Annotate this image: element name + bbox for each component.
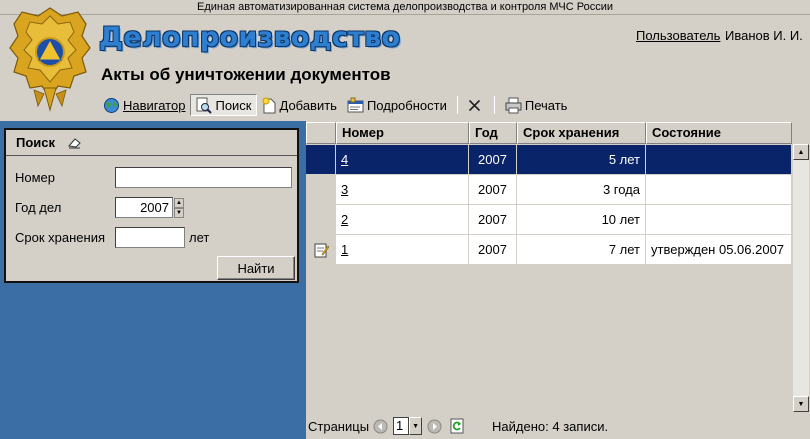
toolbar-separator [493, 96, 495, 114]
table-row[interactable]: 2 2007 10 лет [306, 205, 792, 235]
number-row: Номер [15, 167, 292, 188]
cell-number[interactable]: 4 [336, 145, 469, 175]
cell-status [646, 205, 792, 235]
page-select-value: 1 [393, 417, 410, 435]
navigator-label: Навигатор [123, 97, 186, 113]
grid-header: Номер Год Срок хранения Состояние [306, 122, 792, 144]
system-banner: Единая автоматизированная система делопр… [0, 0, 810, 15]
cell-term: 5 лет [517, 145, 646, 175]
search-label: Поиск [215, 97, 252, 113]
storage-row: Срок хранения лет [15, 227, 209, 248]
user-name: Иванов И. И. [725, 28, 803, 43]
year-input[interactable] [115, 197, 173, 218]
cell-term: 7 лет [517, 235, 646, 265]
table-row[interactable]: 3 2007 3 года [306, 175, 792, 205]
cell-term: 3 года [517, 175, 646, 205]
cell-number[interactable]: 2 [336, 205, 469, 235]
found-count: Найдено: 4 записи. [492, 418, 609, 434]
column-header-number[interactable]: Номер [336, 122, 469, 144]
new-document-icon [262, 97, 275, 113]
search-panel-header: Поиск [6, 130, 297, 156]
stepper-up-icon[interactable]: ▲ [174, 197, 184, 208]
column-header-year[interactable]: Год [469, 122, 517, 144]
column-header-term[interactable]: Срок хранения [517, 122, 646, 144]
page-select[interactable]: 1 ▼ [393, 417, 423, 435]
search-panel: Поиск Номер Год дел ▲ ▼ Срок хранения ле… [4, 128, 299, 283]
chevron-down-icon[interactable]: ▼ [409, 417, 423, 435]
search-panel-title: Поиск [16, 135, 56, 150]
stepper-down-icon[interactable]: ▼ [174, 207, 184, 218]
table-row[interactable]: 4 2007 5 лет [306, 145, 792, 175]
print-icon [505, 97, 522, 113]
eraser-icon[interactable] [68, 137, 82, 149]
pager: Страницы 1 ▼ Найдено: 4 записи. [306, 413, 810, 439]
row-selector-header [306, 122, 336, 144]
row-selector[interactable] [306, 145, 336, 175]
year-stepper[interactable]: ▲ ▼ [174, 197, 184, 218]
scroll-up-icon[interactable]: ▲ [793, 144, 809, 160]
cell-year: 2007 [469, 175, 517, 205]
number-label: Номер [15, 170, 56, 185]
cell-status [646, 145, 792, 175]
emercom-emblem-icon [9, 7, 91, 112]
cell-year: 2007 [469, 145, 517, 175]
number-input[interactable] [115, 167, 292, 188]
toolbar: Навигатор Поиск Добавить Подробности Печ… [98, 93, 572, 117]
user-link[interactable]: Пользователь [636, 28, 720, 43]
cell-year: 2007 [469, 235, 517, 265]
column-header-status[interactable]: Состояние [646, 122, 792, 144]
app-title: Делопроизводство [99, 22, 401, 53]
pages-label: Страницы [308, 418, 370, 434]
storage-unit: лет [189, 230, 210, 245]
next-page-icon[interactable] [427, 419, 442, 434]
cell-status [646, 175, 792, 205]
left-pane: Поиск Номер Год дел ▲ ▼ Срок хранения ле… [0, 121, 306, 439]
globe-icon [104, 97, 119, 113]
refresh-icon[interactable] [450, 418, 464, 434]
year-row: Год дел ▲ ▼ [15, 197, 184, 218]
details-doc-icon [347, 97, 364, 112]
page-title: Акты об уничтожении документов [101, 65, 391, 84]
cell-number[interactable]: 1 [336, 235, 469, 265]
navigator-button[interactable]: Навигатор [98, 94, 190, 116]
table-row[interactable]: 1 2007 7 лет утвержден 05.06.2007 [306, 235, 792, 265]
cell-number[interactable]: 3 [336, 175, 469, 205]
results-grid: Номер Год Срок хранения Состояние 4 2007 5… [306, 121, 810, 411]
delete-button[interactable] [463, 94, 489, 116]
search-doc-icon [196, 97, 213, 114]
details-label: Подробности [366, 97, 447, 113]
cell-term: 10 лет [517, 205, 646, 235]
add-label: Добавить [279, 97, 337, 113]
print-button[interactable]: Печать [500, 94, 573, 116]
cell-status: утвержден 05.06.2007 [646, 235, 792, 265]
row-selector[interactable] [306, 235, 336, 265]
row-selector[interactable] [306, 205, 336, 235]
close-icon [468, 99, 480, 111]
storage-input[interactable] [115, 227, 185, 248]
toolbar-separator [456, 96, 458, 114]
grid-body: 4 2007 5 лет 3 2007 3 года 2 2007 10 лет 1 2007 7 л… [306, 145, 792, 265]
search-button[interactable]: Поиск [190, 94, 257, 116]
prev-page-icon[interactable] [373, 419, 388, 434]
storage-label: Срок хранения [15, 230, 105, 245]
print-label: Печать [524, 97, 568, 113]
details-button[interactable]: Подробности [342, 94, 452, 116]
add-button[interactable]: Добавить [257, 94, 342, 116]
scroll-down-icon[interactable]: ▼ [793, 396, 809, 412]
vertical-scrollbar[interactable]: ▲ ▼ [793, 144, 809, 412]
year-label: Год дел [15, 200, 62, 215]
find-button[interactable]: Найти [217, 256, 295, 280]
cell-year: 2007 [469, 205, 517, 235]
approved-doc-icon [314, 243, 329, 257]
row-selector[interactable] [306, 175, 336, 205]
